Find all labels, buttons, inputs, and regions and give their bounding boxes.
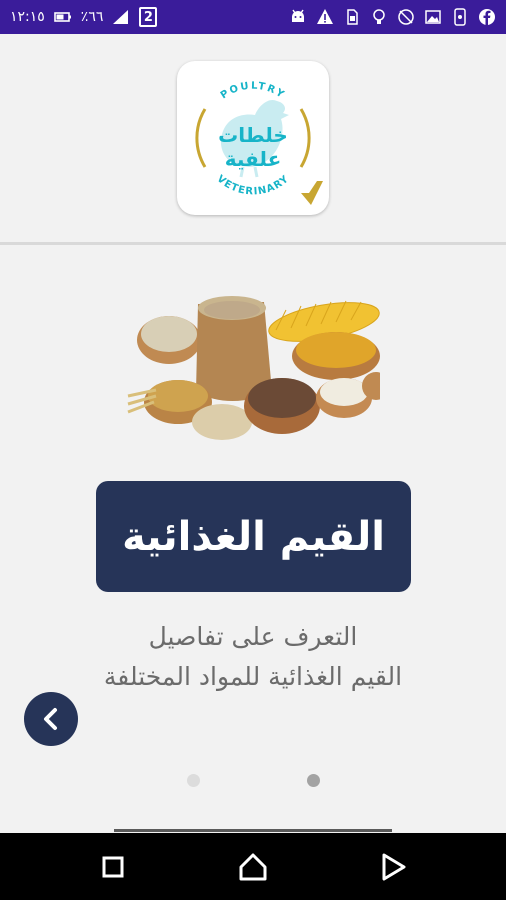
warning-icon: [316, 8, 334, 26]
bulb-icon: [370, 8, 388, 26]
android-icon: [289, 8, 307, 26]
gesture-bar: [114, 829, 392, 832]
recents-button[interactable]: [97, 851, 129, 883]
facebook-icon: [478, 8, 496, 26]
pager-dot-2-active[interactable]: [307, 774, 320, 787]
grains-and-seeds-image: [126, 292, 390, 452]
home-icon: [239, 853, 267, 881]
app-logo: POULTRY VETERINARY خلطات علفية: [177, 61, 329, 215]
chevron-left-icon: [44, 708, 57, 730]
header-divider: [0, 242, 506, 245]
recents-icon: [102, 856, 124, 878]
status-bar-right: [289, 8, 496, 26]
status-bar: ١٢:١٥ ٪٦٦ 2: [0, 0, 506, 34]
navigation-bar: [0, 833, 506, 900]
status-time: ١٢:١٥: [10, 9, 45, 25]
no-signal-icon: [397, 8, 415, 26]
slide-title: القيم الغذائية: [122, 513, 385, 560]
battery-percent: ٪٦٦: [80, 9, 104, 25]
slide-title-card: القيم الغذائية: [96, 481, 411, 592]
battery-icon: [53, 8, 72, 26]
logo-top-text: POULTRY: [219, 81, 285, 102]
slide-description-line1: التعرف على تفاصيل: [148, 622, 358, 651]
svg-text:POULTRY: POULTRY: [219, 81, 287, 102]
previous-slide-button[interactable]: [24, 692, 78, 746]
slide-description-line2: القيم الغذائية للمواد المختلفة: [103, 662, 403, 691]
logo-arabic-text: خلطات علفية: [218, 123, 288, 171]
signal-icon: [112, 8, 130, 26]
notification-2-icon: 2: [139, 7, 158, 27]
back-icon: [382, 853, 406, 881]
status-bar-left: ١٢:١٥ ٪٦٦ 2: [10, 7, 158, 27]
pager-dot-1[interactable]: [187, 774, 200, 787]
image-icon: [424, 8, 442, 26]
home-button[interactable]: [237, 851, 269, 883]
system-back-button[interactable]: [377, 851, 409, 883]
logo-bottom-text: VETERINARY: [215, 173, 291, 197]
phone-icon: [451, 8, 469, 26]
svg-text:VETERINARY: VETERINARY: [215, 173, 292, 197]
sim-icon: [343, 8, 361, 26]
